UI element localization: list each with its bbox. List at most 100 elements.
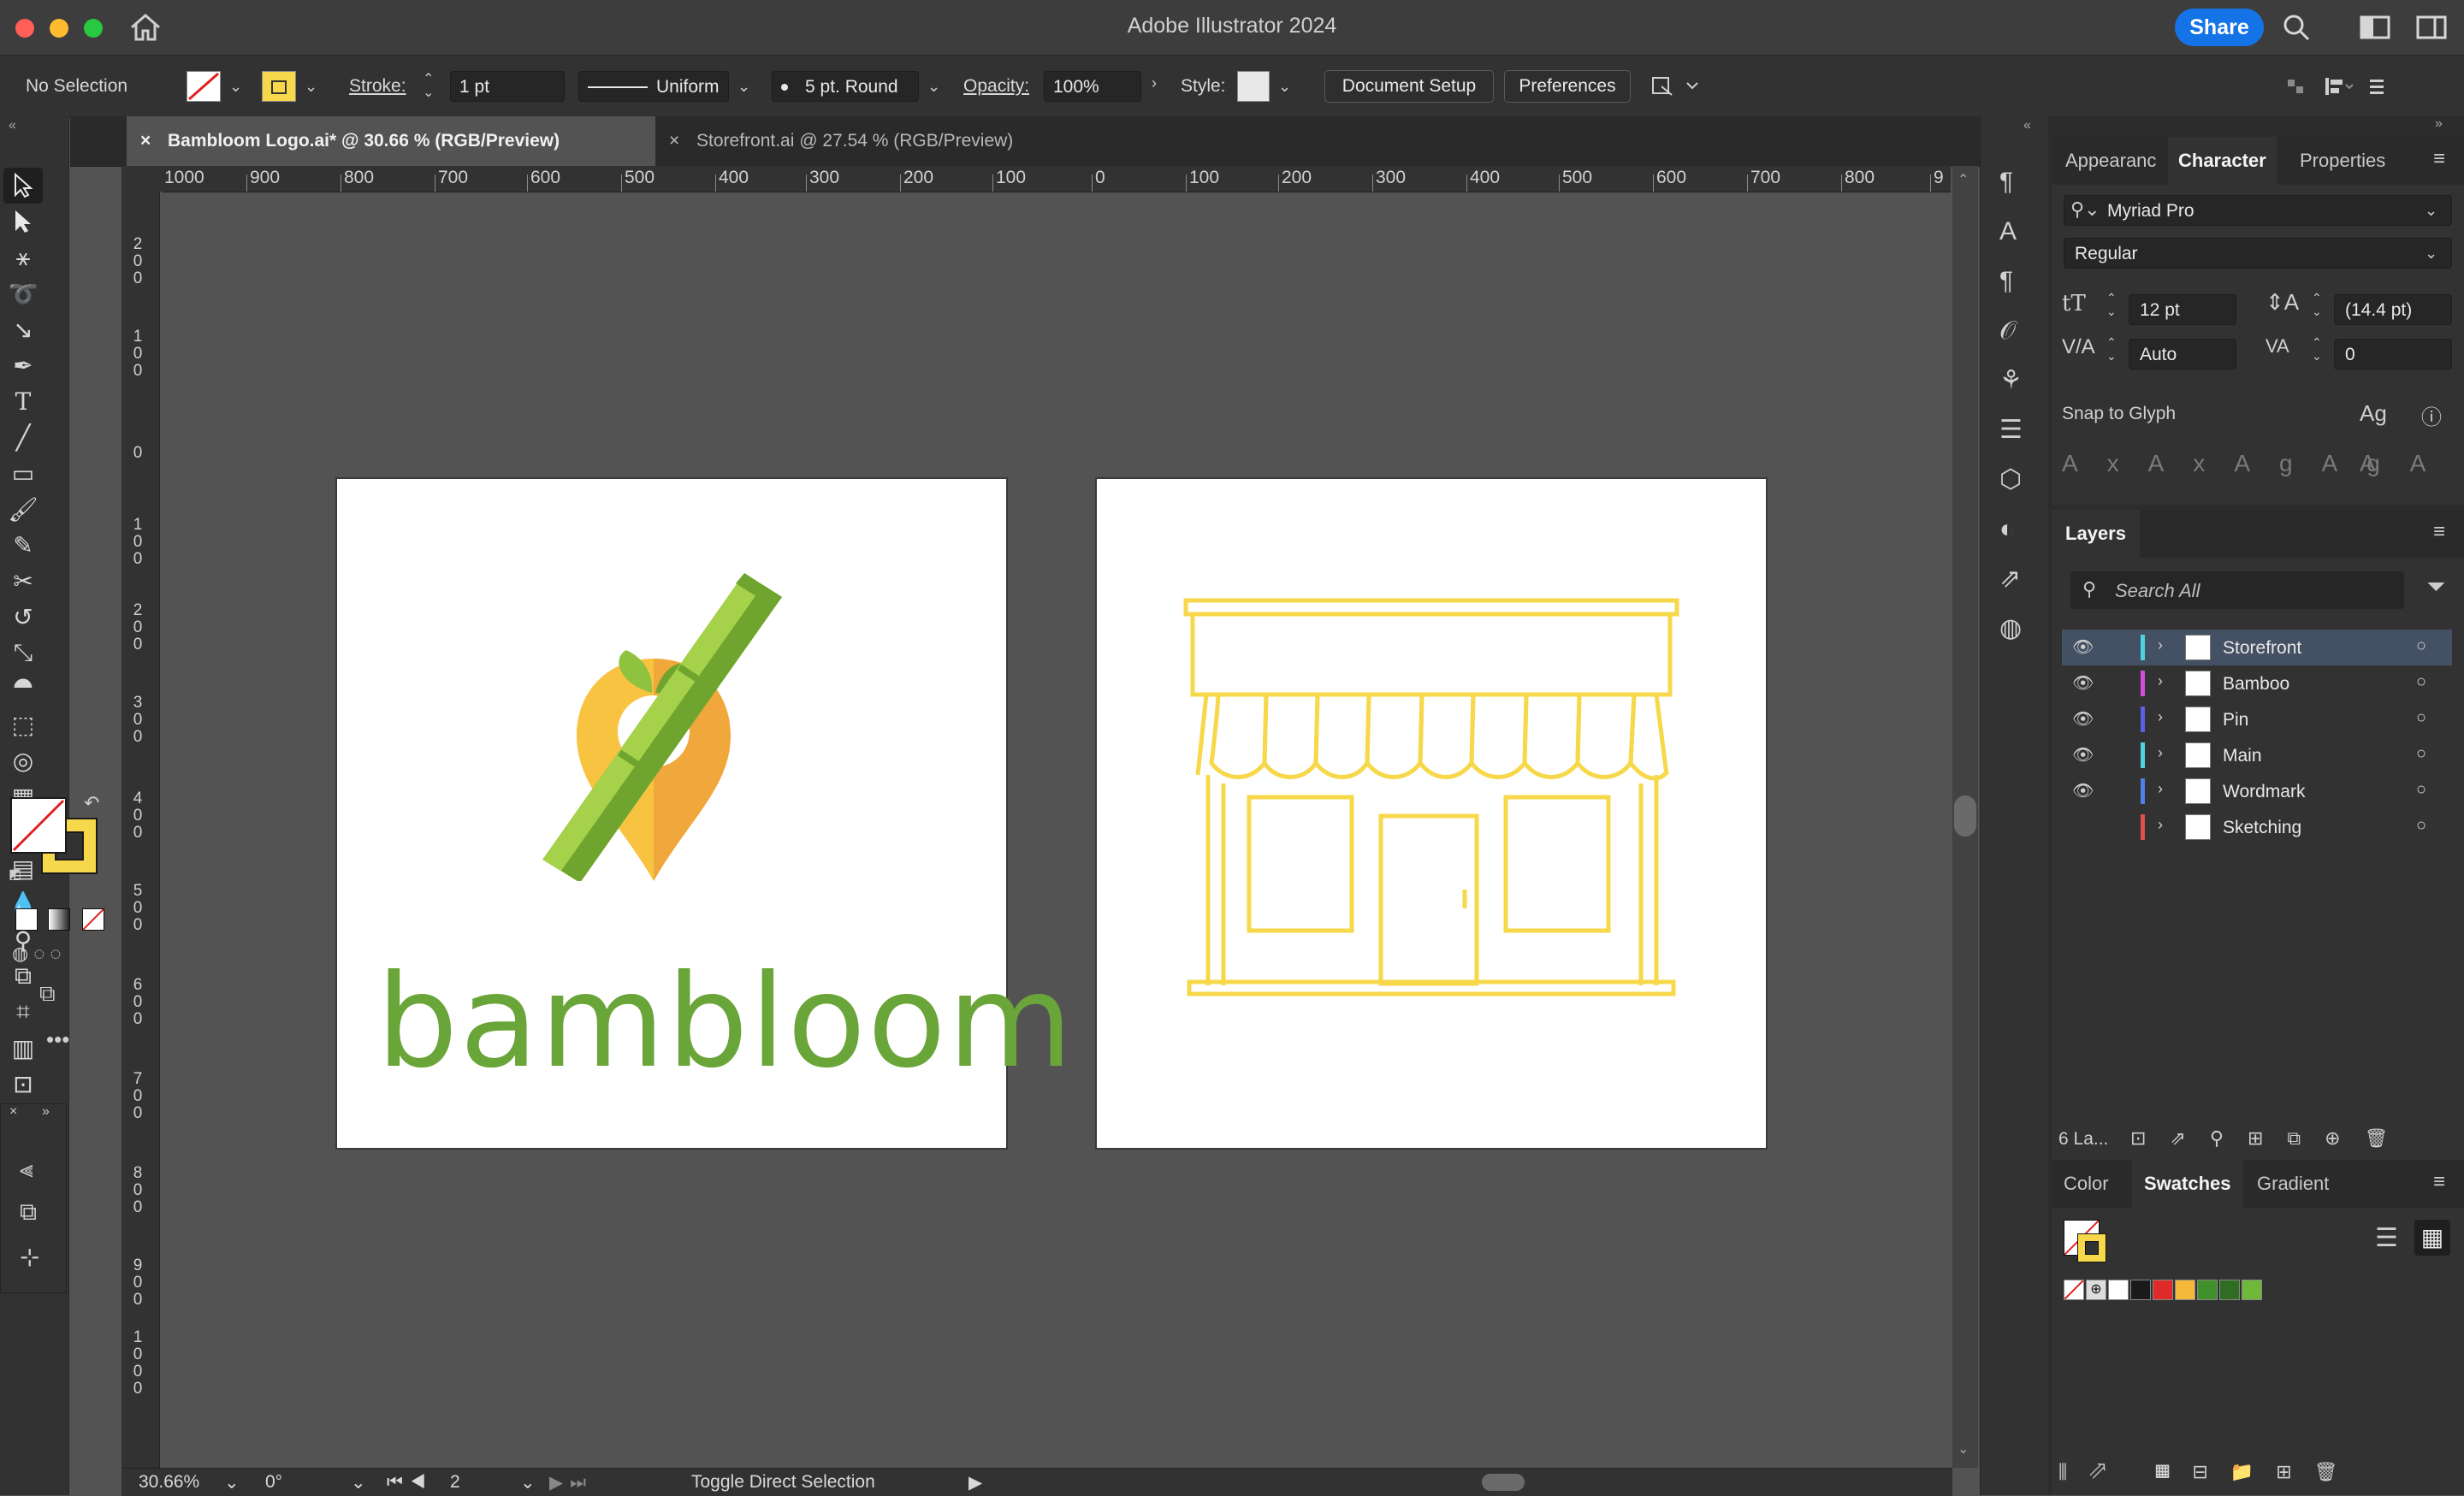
recolor-icon[interactable]: ◐ [1999, 505, 2023, 554]
layer-row-main[interactable]: 👁︎ › Main ○ [2062, 737, 2452, 773]
opacity-field[interactable]: 100% [1044, 71, 1141, 102]
align-panel-icon[interactable]: ⫷ [20, 1156, 33, 1184]
scroll-down-icon[interactable]: ⌄ [1958, 1440, 1969, 1458]
color-guide-icon[interactable]: ◍ [1999, 604, 2023, 653]
horizontal-scroll-thumb[interactable] [1482, 1474, 1525, 1491]
stroke-swatch[interactable] [262, 71, 296, 102]
width-tool-icon[interactable]: ⯊ [3, 671, 43, 707]
tracking-stepper[interactable]: ⌃ ⌄ [2312, 335, 2322, 363]
leading-field[interactable]: (14.4 pt) [2334, 294, 2452, 325]
paintbrush-tool-icon[interactable]: 🖌 [3, 491, 43, 527]
snap-angular-icons[interactable]: AA [2360, 450, 2460, 477]
eye-icon[interactable]: 👁︎ [2072, 636, 2094, 658]
stroke-label[interactable]: Stroke: [349, 76, 406, 97]
collapse-dock-icon[interactable]: » [2435, 116, 2443, 132]
quick-actions-icon[interactable] [1650, 73, 1701, 100]
expand-chevron-icon[interactable]: › [2158, 708, 2163, 726]
rotation-field[interactable]: 0° [265, 1472, 282, 1493]
stroke-weight-field[interactable]: 1 pt [450, 71, 565, 102]
vertical-ruler[interactable]: 200 100 0 100 200 300 400 500 600 700 800 900 1000 [121, 192, 160, 1475]
tab-properties[interactable]: Properties [2300, 137, 2385, 185]
horizontal-ruler[interactable]: 1000 900 800 700 600 500 400 300 200 100 0 100 200 30… [163, 166, 1951, 192]
tab-bambloom-logo[interactable]: × Bambloom Logo.ai* @ 30.66 % (RGB/Previ… [127, 116, 655, 166]
color-mode-icon[interactable] [15, 908, 38, 931]
target-icon[interactable]: ○ [2416, 744, 2426, 764]
artboard-logo[interactable]: bambloom [335, 477, 1073, 1150]
rotation-chevron-icon[interactable]: ⌄ [351, 1472, 366, 1493]
graphic-style-swatch[interactable] [1237, 71, 1270, 102]
fill-dropdown-chevron-icon[interactable]: ⌄ [229, 78, 242, 96]
close-tab-icon[interactable]: × [669, 116, 679, 166]
line-segment-tool-icon[interactable]: ╱ [3, 419, 43, 455]
paragraph-styles-icon[interactable]: ¶ [1999, 157, 2023, 207]
target-icon[interactable]: ○ [2416, 780, 2426, 800]
expand-floating-panel-icon[interactable]: » [42, 1104, 50, 1120]
paragraph-icon[interactable]: ¶ [1999, 257, 2023, 306]
layer-name[interactable]: Wordmark [2223, 782, 2305, 802]
font-size-stepper[interactable]: ⌃ ⌄ [2106, 291, 2117, 318]
artboard-storefront[interactable] [1095, 477, 1768, 1150]
layer-row-wordmark[interactable]: 👁︎ › Wordmark ○ [2062, 773, 2452, 809]
swatch-7[interactable] [2219, 1280, 2240, 1300]
preferences-button[interactable]: Preferences [1504, 70, 1631, 103]
lasso-tool-icon[interactable]: ➰ [3, 275, 43, 311]
document-setup-button[interactable]: Document Setup [1324, 70, 1494, 103]
draw-mode-icon[interactable]: ◍ ◌ ◌ [12, 943, 62, 965]
target-icon[interactable]: ○ [2416, 816, 2426, 836]
eye-icon[interactable]: 👁︎ [2072, 744, 2094, 766]
type-tool-icon[interactable]: T [3, 383, 43, 419]
scissors-tool-icon[interactable]: ✂ [3, 563, 43, 599]
swatch-6[interactable] [2197, 1280, 2218, 1300]
artboard-number-field[interactable]: 2 [450, 1472, 460, 1493]
default-fill-stroke-icon[interactable]: ◩ [9, 866, 21, 883]
align-icon[interactable] [2284, 73, 2387, 100]
swatch-stroke-indicator[interactable] [2077, 1233, 2106, 1262]
opentype-icon[interactable]: 𝒪 [1999, 306, 2023, 356]
layer-name[interactable]: Storefront [2223, 638, 2301, 659]
pathfinder-panel-icon[interactable]: ⧉ [20, 1198, 37, 1227]
share-button[interactable]: Share [2175, 9, 2264, 46]
swatch-1[interactable]: ⊕ [2086, 1280, 2106, 1300]
eye-icon[interactable]: 👁︎ [2072, 708, 2094, 730]
3d-materials-icon[interactable]: ⬡ [1999, 455, 2023, 505]
target-icon[interactable]: ○ [2416, 672, 2426, 692]
selection-tool-icon[interactable] [3, 168, 43, 204]
snap-glyph-icon[interactable]: Ag [2360, 400, 2387, 427]
layers-footer-icons[interactable]: ⊡⇗⚲⊞⧉⊕🗑 [2130, 1127, 2413, 1150]
artboard-prev-icons[interactable]: ⏮◀ [387, 1472, 433, 1493]
brush-definition-select[interactable]: 5 pt. Round [772, 71, 919, 102]
fill-swatch[interactable] [187, 71, 221, 102]
tab-color[interactable]: Color [2064, 1160, 2109, 1208]
swatch-4[interactable] [2153, 1280, 2173, 1300]
fill-color-box[interactable] [10, 797, 67, 854]
layer-name[interactable]: Bamboo [2223, 674, 2289, 695]
arrange-documents-icon[interactable] [2360, 15, 2390, 39]
status-menu-icon[interactable]: ▶ [968, 1472, 982, 1493]
layer-name[interactable]: Main [2223, 746, 2262, 766]
artboard-next-icons[interactable]: ▶⏭ [549, 1472, 593, 1493]
kerning-stepper[interactable]: ⌃ ⌄ [2106, 335, 2117, 363]
rotate-tool-icon[interactable]: ↺ [3, 599, 43, 635]
swatches-menu-icon[interactable]: ≡ [2433, 1170, 2445, 1194]
swatch-8[interactable] [2242, 1280, 2262, 1300]
gradient-mode-icon[interactable] [48, 908, 70, 931]
layer-row-storefront[interactable]: 👁︎ › Storefront ○ [2062, 630, 2452, 665]
symbol-sprayer-tool-icon[interactable]: ⌗ [3, 994, 43, 1030]
curvature-tool-icon[interactable]: ↘ [3, 311, 43, 347]
stroke-weight-stepper[interactable]: ⌃ ⌄ [423, 73, 434, 100]
close-tab-icon[interactable]: × [140, 116, 151, 166]
tab-gradient[interactable]: Gradient [2257, 1160, 2329, 1208]
search-icon[interactable] [2281, 12, 2312, 43]
tab-swatches[interactable]: Swatches [2132, 1160, 2243, 1208]
artboard-tool-icon[interactable]: ⊡ [3, 1066, 43, 1102]
screen-mode-icon[interactable]: ⧉ [39, 980, 56, 1008]
zoom-level-field[interactable]: 30.66% [139, 1472, 199, 1493]
tab-character[interactable]: Character [2168, 137, 2277, 185]
tab-layers[interactable]: Layers [2052, 510, 2140, 558]
tab-appearance[interactable]: Appearanc [2065, 137, 2156, 185]
filter-icon[interactable]: ⏷ [2426, 573, 2445, 601]
none-mode-icon[interactable] [82, 908, 104, 931]
edit-toolbar-icon[interactable]: ••• [46, 1026, 69, 1053]
collapse-toolbar-icon[interactable]: « [9, 118, 16, 133]
rectangle-tool-icon[interactable]: ▭ [3, 455, 43, 491]
